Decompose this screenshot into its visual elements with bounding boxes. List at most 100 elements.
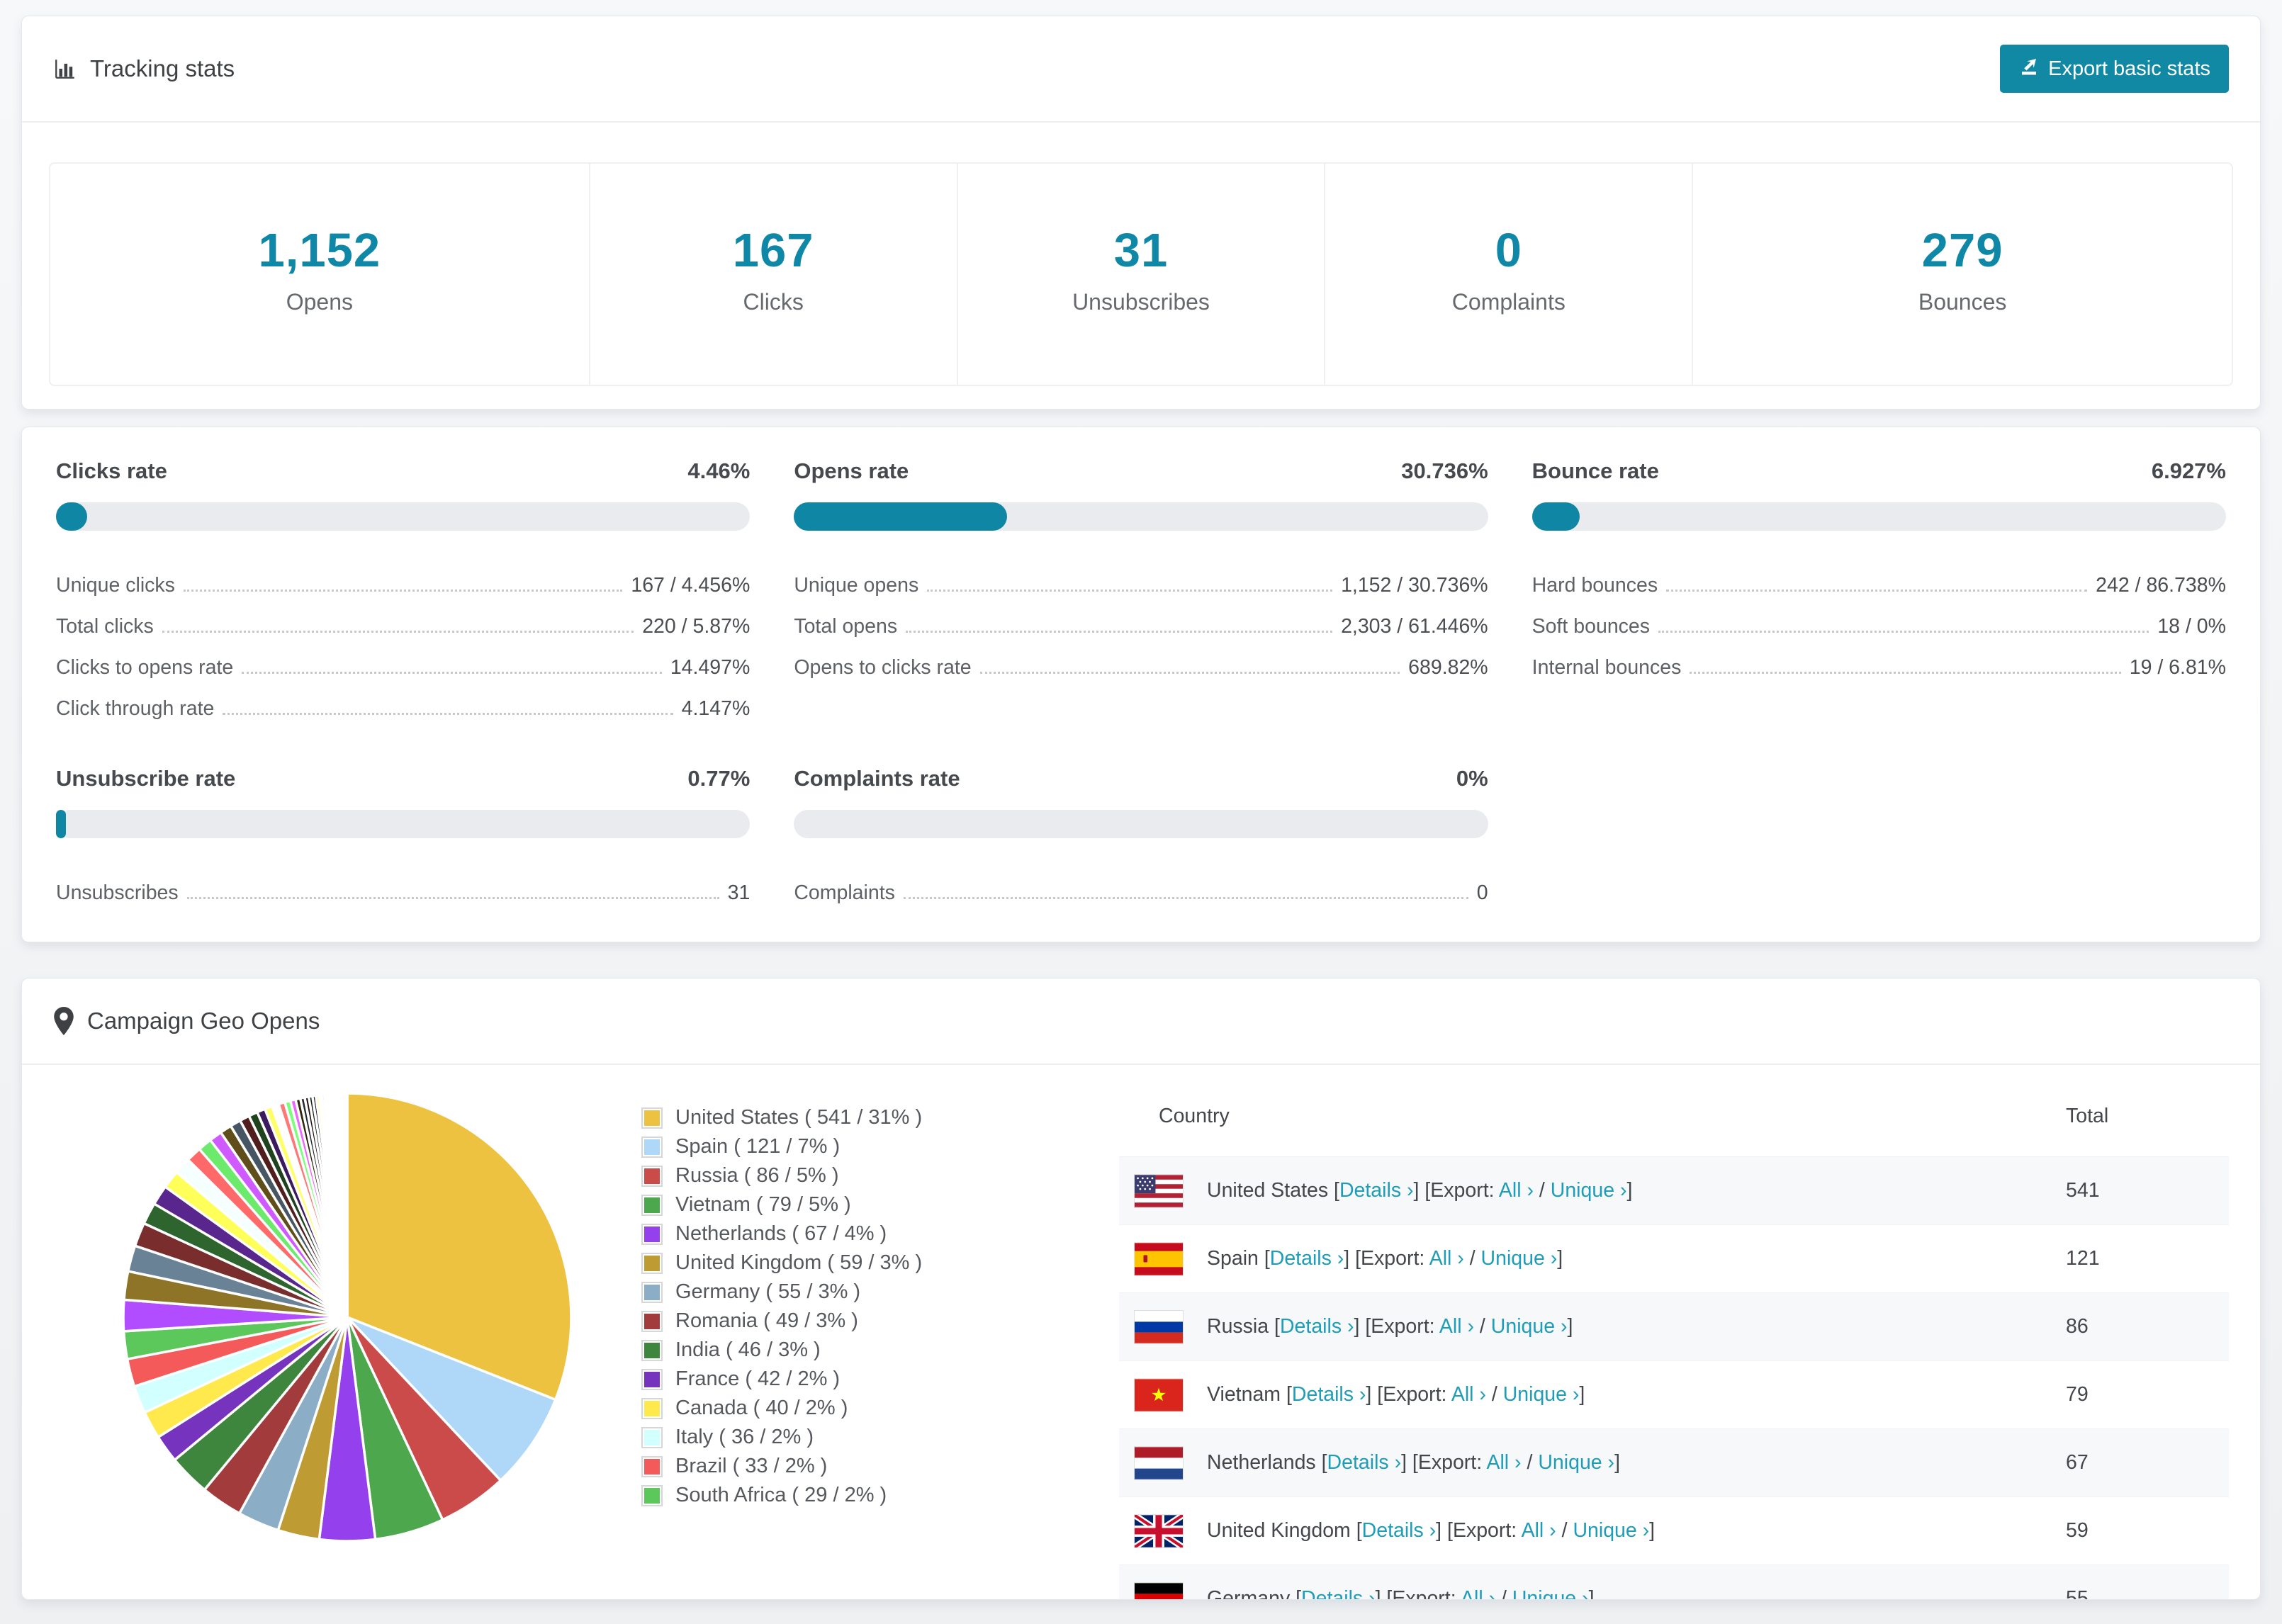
rates-panel: Clicks rate 4.46% Unique clicks 167 / 4.456… [21,427,2261,942]
geo-table-row-ru: Russia [Details ›] [Export: All › / Uniq… [1119,1293,2229,1361]
details-link[interactable]: Details › [1301,1587,1376,1599]
geo-body: United States ( 541 / 31% ) Spain ( 121 /… [22,1065,2260,1600]
geo-country-cell: United States [Details ›] [Export: All ›… [1207,1179,1633,1202]
legend-label: Romania ( 49 / 3% ) [675,1309,858,1332]
legend-swatch [641,1281,663,1303]
export-unique-link[interactable]: Unique › [1551,1179,1627,1202]
export-all-link[interactable]: All › [1439,1315,1474,1338]
geo-legend: United States ( 541 / 31% ) Spain ( 121 /… [641,1103,1102,1599]
rate-detail-label: Click through rate [56,697,215,720]
dotted-leader [1666,590,2088,592]
export-all-link[interactable]: All › [1429,1247,1464,1270]
stat-cell-opens: 1,152 Opens [50,164,589,385]
rate-progress-fill [56,810,66,838]
rate-progress-bar [794,502,1488,531]
legend-label: Spain ( 121 / 7% ) [675,1135,841,1158]
ru-flag-icon [1135,1310,1183,1343]
dotted-leader [183,590,623,592]
rate-detail-row: Clicks to opens rate 14.497% [56,638,750,680]
legend-label: Russia ( 86 / 5% ) [675,1164,839,1187]
export-unique-link[interactable]: Unique › [1538,1451,1614,1474]
export-all-link[interactable]: All › [1451,1383,1486,1406]
rate-progress-bar [56,810,751,838]
details-link[interactable]: Details › [1362,1519,1437,1542]
stat-label: Clicks [743,289,804,315]
dotted-leader [186,897,719,899]
tracking-stats-header: Tracking stats Export basic stats [22,16,2260,123]
export-unique-link[interactable]: Unique › [1512,1587,1589,1599]
country-name: United States [1207,1179,1329,1202]
rate-detail-label: Total clicks [56,615,154,638]
geo-opens-panel: Campaign Geo Opens United States ( 541 /… [21,978,2261,1600]
export-all-link[interactable]: All › [1522,1519,1556,1542]
geo-pie-chart [53,1065,641,1599]
rate-detail-row: Unsubscribes 31 [56,864,750,905]
legend-swatch [641,1484,663,1506]
geo-table-header-total: Total [2066,1105,2109,1127]
legend-swatch [641,1252,663,1274]
stat-value: 31 [1113,224,1169,277]
geo-total-cell: 59 [2066,1519,2089,1542]
export-all-link[interactable]: All › [1499,1179,1534,1202]
export-all-link[interactable]: All › [1486,1451,1521,1474]
rate-detail-value: 0 [1476,881,1488,904]
rate-title: Bounce rate [1531,458,1659,483]
us-flag-icon [1135,1174,1183,1207]
dotted-leader [223,713,673,715]
geo-table-header: Country Total [1119,1065,2229,1157]
rate-block-clicks-rate: Clicks rate 4.46% Unique clicks 167 / 4.456… [56,458,751,721]
country-name: Russia [1207,1315,1269,1338]
export-unique-link[interactable]: Unique › [1573,1519,1649,1542]
stat-label: Bounces [1918,289,2007,315]
geo-table: Country Total United States [Details ›] … [1119,1065,2229,1600]
legend-item: Romania ( 49 / 3% ) [641,1307,1102,1336]
dotted-leader [927,590,1333,592]
legend-swatch [641,1368,663,1390]
export-unique-link[interactable]: Unique › [1503,1383,1580,1406]
rate-detail-label: Complaints [794,881,895,904]
legend-item: Russia ( 86 / 5% ) [641,1161,1102,1190]
rate-detail-label: Unsubscribes [56,881,179,904]
details-link[interactable]: Details › [1327,1451,1402,1474]
page-title: Tracking stats [53,55,235,82]
details-link[interactable]: Details › [1339,1179,1414,1202]
rate-detail-label: Clicks to opens rate [56,656,234,679]
geo-table-rows: United States [Details ›] [Export: All ›… [1119,1157,2229,1600]
country-name: Vietnam [1207,1383,1281,1406]
export-basic-stats-button[interactable]: Export basic stats [2000,45,2229,93]
legend-label: Vietnam ( 79 / 5% ) [675,1193,851,1216]
export-all-link[interactable]: All › [1461,1587,1495,1599]
dotted-leader [903,897,1468,899]
legend-swatch [641,1310,663,1332]
rate-progress-fill [1531,502,1580,531]
rate-detail-value: 31 [727,881,751,904]
export-unique-link[interactable]: Unique › [1491,1315,1568,1338]
geo-total-cell: 55 [2066,1587,2089,1600]
stat-value: 0 [1495,224,1522,277]
geo-table-header-country: Country [1159,1105,1230,1127]
rate-detail-value: 14.497% [670,656,751,679]
rate-detail-value: 689.82% [1408,656,1488,679]
legend-swatch [641,1397,663,1419]
page: Tracking stats Export basic stats 1,152 O… [0,0,2282,1600]
rate-detail-row: Internal bounces 19 / 6.81% [1532,638,2226,680]
rate-progress-fill [56,502,87,531]
legend-label: South Africa ( 29 / 2% ) [675,1484,887,1506]
dotted-leader [162,631,634,633]
details-link[interactable]: Details › [1292,1383,1366,1406]
export-unique-link[interactable]: Unique › [1481,1247,1558,1270]
rate-title: Opens rate [794,458,909,483]
details-link[interactable]: Details › [1270,1247,1344,1270]
rate-progress-bar [1531,502,2226,531]
legend-swatch [641,1165,663,1187]
geo-table-row-nl: Netherlands [Details ›] [Export: All › /… [1119,1429,2229,1497]
geo-total-cell: 121 [2066,1247,2100,1270]
details-link[interactable]: Details › [1280,1315,1354,1338]
rate-progress-bar [794,810,1488,838]
legend-swatch [641,1426,663,1448]
rate-block-opens-rate: Opens rate 30.736% Unique opens 1,152 / 30.… [794,458,1488,721]
stat-value: 279 [1921,224,2003,277]
stat-cell-bounces: 279 Bounces [1692,164,2232,385]
rate-detail-label: Unique clicks [56,574,175,597]
gb-flag-icon [1135,1514,1183,1547]
